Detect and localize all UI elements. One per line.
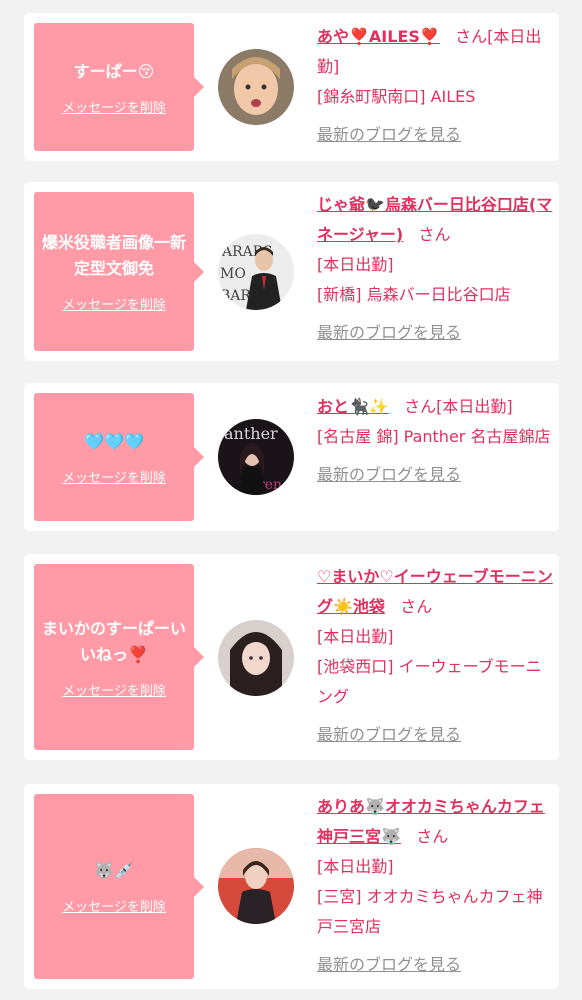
svg-text:BAR: BAR — [220, 288, 251, 304]
honorific: さん — [455, 27, 488, 46]
avatar[interactable]: anther ren — [218, 419, 294, 495]
delete-message-link[interactable]: メッセージを削除 — [62, 896, 166, 915]
avatar[interactable] — [218, 620, 294, 696]
message-card: 🩵🩵🩵 メッセージを削除 anther ren おと🐈‍⬛✨ さん[本日出勤] … — [24, 383, 559, 531]
status-text: [本日出勤] — [317, 857, 394, 876]
message-text: すーぱー😚 — [73, 61, 155, 81]
delete-message-link[interactable]: メッセージを削除 — [62, 97, 166, 116]
cast-info: ありあ🐺オオカミちゃんカフェ神戸三宮🐺 さん [本日出勤] [三宮] オオカミち… — [317, 792, 553, 980]
latest-blog-link[interactable]: 最新のブログを見る — [317, 120, 461, 150]
svg-text:MO: MO — [220, 266, 246, 282]
avatar[interactable] — [218, 49, 294, 125]
status-text: [本日出勤] — [436, 397, 513, 416]
message-text: まいかのすーぱーいいねっ❣️ — [41, 618, 186, 664]
message-bubble: 爆米役職者画像一新定型文御免 メッセージを削除 — [34, 192, 204, 351]
message-bubble: 🩵🩵🩵 メッセージを削除 — [34, 393, 204, 521]
latest-blog-link[interactable]: 最新のブログを見る — [317, 720, 461, 750]
location-text: [池袋西口] イーウェーブモーニング — [317, 657, 542, 706]
cast-info: じゃ爺🐦‍⬛烏森バー日比谷口店(マネージャー) さん [本日出勤] [新橋] 烏… — [317, 190, 553, 348]
message-card: すーぱー😚 メッセージを削除 あや❣️AILES❣️ さん[本日出勤] [錦糸町… — [24, 13, 559, 161]
cast-name-link[interactable]: あや❣️AILES❣️ — [317, 27, 440, 46]
delete-message-link[interactable]: メッセージを削除 — [62, 467, 166, 486]
message-card: 爆米役職者画像一新定型文御免 メッセージを削除 ARABS MO BAR じゃ爺… — [24, 182, 559, 361]
location-text: [新橋] 烏森バー日比谷口店 — [317, 285, 511, 304]
avatar[interactable]: ARABS MO BAR — [218, 234, 294, 310]
honorific: さん — [400, 597, 433, 616]
delete-message-link[interactable]: メッセージを削除 — [62, 680, 166, 699]
honorific: さん — [416, 827, 449, 846]
location-text: [名古屋 錦] Panther 名古屋錦店 — [317, 427, 551, 446]
location-text: [錦糸町駅南口] AILES — [317, 87, 476, 106]
cast-info: おと🐈‍⬛✨ さん[本日出勤] [名古屋 錦] Panther 名古屋錦店 最新… — [317, 392, 553, 490]
honorific: さん — [418, 225, 451, 244]
status-text: [本日出勤] — [317, 627, 394, 646]
location-text: [三宮] オオカミちゃんカフェ神戸三宮店 — [317, 887, 543, 936]
message-card: まいかのすーぱーいいねっ❣️ メッセージを削除 ♡まいか♡イーウェーブモーニング… — [24, 554, 559, 760]
cast-name-link[interactable]: おと🐈‍⬛✨ — [317, 397, 389, 416]
cast-name-link[interactable]: ♡まいか♡イーウェーブモーニング☀️池袋 — [317, 567, 553, 616]
message-bubble: すーぱー😚 メッセージを削除 — [34, 23, 204, 151]
cast-info: ♡まいか♡イーウェーブモーニング☀️池袋 さん [本日出勤] [池袋西口] イー… — [317, 562, 553, 750]
cast-info: あや❣️AILES❣️ さん[本日出勤] [錦糸町駅南口] AILES 最新のブ… — [317, 22, 553, 150]
status-text: [本日出勤] — [317, 255, 394, 274]
delete-message-link[interactable]: メッセージを削除 — [62, 294, 166, 313]
message-bubble: まいかのすーぱーいいねっ❣️ メッセージを削除 — [34, 564, 204, 750]
latest-blog-link[interactable]: 最新のブログを見る — [317, 950, 461, 980]
message-bubble: 🐺💉 メッセージを削除 — [34, 794, 204, 979]
message-text: 爆米役職者画像一新定型文御免 — [41, 233, 186, 278]
message-text: 🐺💉 — [94, 861, 134, 880]
avatar[interactable] — [218, 848, 294, 924]
message-text: 🩵🩵🩵 — [84, 431, 144, 451]
message-card: 🐺💉 メッセージを削除 ありあ🐺オオカミちゃんカフェ神戸三宮🐺 さん [本日出勤… — [24, 784, 559, 989]
latest-blog-link[interactable]: 最新のブログを見る — [317, 460, 461, 490]
svg-text:anther: anther — [224, 424, 278, 443]
honorific: さん — [404, 397, 437, 416]
latest-blog-link[interactable]: 最新のブログを見る — [317, 318, 461, 348]
